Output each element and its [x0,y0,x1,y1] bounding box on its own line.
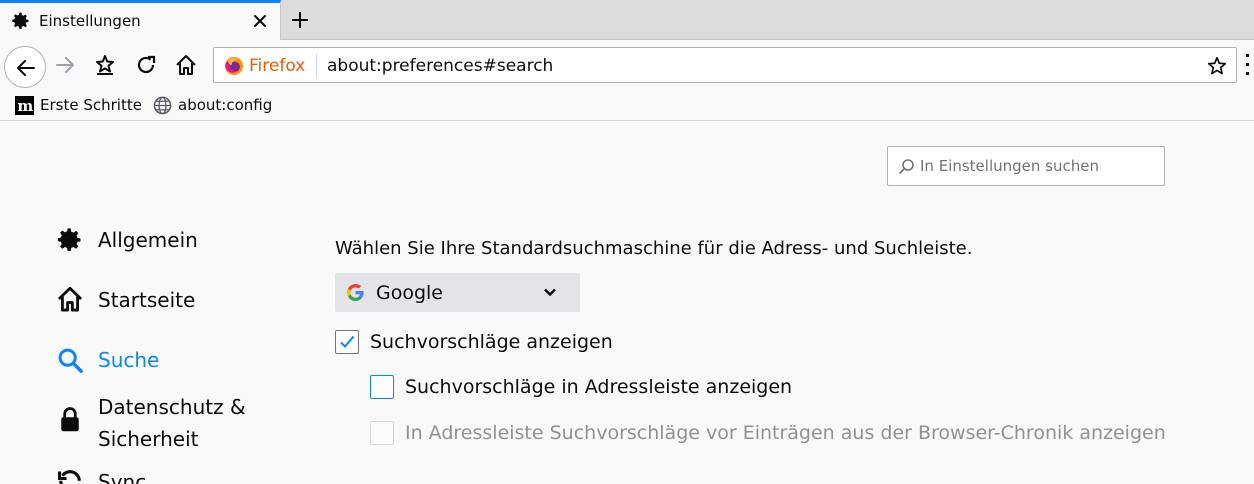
option-urlbar-suggestions[interactable]: Suchvorschläge in Adressleiste anzeigen [370,375,810,399]
home-icon[interactable] [174,53,198,77]
search-engine-select[interactable]: Google [335,273,580,312]
library-star-icon[interactable] [93,53,117,77]
firefox-logo-icon [225,57,243,75]
suggestions-checkbox[interactable] [335,330,359,354]
identity-label: Firefox [249,56,306,76]
search-placeholder: In Einstellungen suchen [920,157,1099,175]
svg-text:m: m [17,97,33,115]
category-label: Sync [98,470,147,484]
gear-icon [12,12,29,29]
bookmark-erste-schritte[interactable]: m Erste Schritte [15,93,145,117]
address-bar[interactable]: Firefox about:preferences#search [213,47,1237,83]
suggestions-label: Suchvorschläge anzeigen [370,331,613,353]
option-suggestions-before-history: In Adressleiste Suchvorschläge vor Eintr… [370,421,1170,445]
tab-title: Einstellungen [39,12,141,30]
mozilla-m-icon: m [15,96,34,115]
back-button[interactable] [4,46,46,88]
home-icon [57,286,83,312]
category-label-line2: Sicherheit [98,427,199,451]
chevron-down-icon [544,288,556,297]
category-label: Startseite [98,288,196,312]
category-startseite[interactable]: Startseite [56,284,256,316]
category-suche[interactable]: Suche [56,344,256,376]
gear-icon [57,228,81,251]
bookmark-about-config[interactable]: about:config [153,93,278,117]
globe-icon [153,96,172,115]
bookmarks-toolbar: m Erste Schritte about:config [0,90,1254,121]
category-label-line1: Datenschutz & [98,395,246,419]
category-label: Suche [98,348,160,372]
navigation-bar: Firefox about:preferences#search [0,40,1254,90]
suggestions-before-history-checkbox [370,421,394,445]
bookmark-label: Erste Schritte [40,96,142,114]
search-engine-label: Google [376,282,444,304]
tab-settings[interactable]: Einstellungen [0,0,281,40]
overflow-menu-icon[interactable] [1246,54,1249,76]
url-text[interactable]: about:preferences#search [327,56,553,76]
search-icon [899,159,914,174]
new-tab-plus-icon[interactable] [288,8,312,32]
urlbar-suggestions-label: Suchvorschläge in Adressleiste anzeigen [405,376,793,398]
settings-search-input[interactable]: In Einstellungen suchen [887,146,1165,186]
search-icon [58,348,83,373]
close-icon[interactable] [250,11,270,31]
sync-icon [57,470,81,484]
tab-strip: Einstellungen [0,0,1254,40]
suggestions-before-history-label: In Adressleiste Suchvorschläge vor Eintr… [405,422,1166,444]
bookmark-label: about:config [178,96,273,114]
google-g-icon [347,284,364,301]
forward-arrow-icon[interactable] [53,53,77,77]
arrow-left-icon [17,60,35,76]
reload-icon[interactable] [134,53,158,77]
category-label: Allgemein [98,228,198,252]
category-datenschutz[interactable]: Datenschutz & Sicherheit [56,391,276,455]
url-separator [316,54,317,78]
category-allgemein[interactable]: Allgemein [56,224,256,256]
category-sync[interactable]: Sync [56,466,256,484]
default-engine-heading: Wählen Sie Ihre Standardsuchmaschine für… [335,238,973,259]
bookmark-star-icon[interactable] [1206,55,1228,77]
option-suggestions[interactable]: Suchvorschläge anzeigen [335,330,635,354]
lock-icon [61,407,79,432]
urlbar-suggestions-checkbox[interactable] [370,375,394,399]
checkmark-icon [340,335,355,348]
